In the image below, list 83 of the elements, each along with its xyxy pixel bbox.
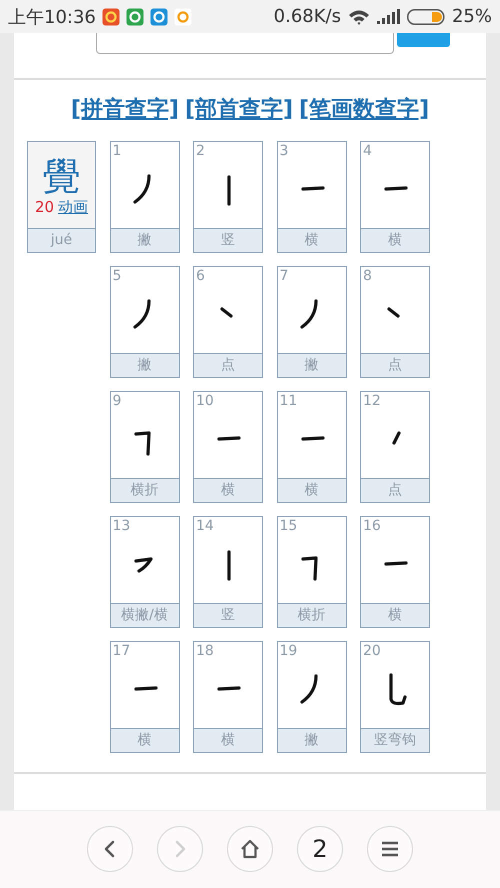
brush-stroke-icon [134,557,152,573]
app-notification-icon [150,8,168,26]
stroke-number: 10 [196,393,214,409]
stroke-number: 6 [196,268,205,284]
battery-percent: 25% [452,6,492,27]
brush-stroke-icon [134,431,150,456]
stroke-name: 点 [194,353,262,377]
stroke-number: 12 [363,393,381,409]
brush-stroke-icon [300,436,324,441]
brush-stroke-icon [300,299,318,329]
stroke-number: 20 [363,643,381,659]
brush-stroke-icon [134,686,158,691]
home-button[interactable] [227,826,273,872]
stroke-count: 20 [34,198,54,216]
stroke-name: 竖 [194,228,262,252]
stroke-number: 19 [280,643,298,659]
back-button[interactable] [87,826,133,872]
stroke-name: 竖 [194,603,262,627]
brush-stroke-icon [384,186,408,191]
pinyin-label: jué [28,228,95,252]
brush-stroke-icon [227,175,231,206]
signal-icon [376,9,400,24]
brush-stroke-icon [220,307,233,318]
stroke-name: 横 [110,728,178,752]
brush-stroke-icon [300,186,324,191]
network-speed: 0.68K/s [274,6,341,27]
stroke-name: 撇 [278,353,346,377]
stroke-number: 7 [280,268,288,284]
stroke-number: 2 [196,143,205,159]
wifi-icon [348,8,370,25]
brush-stroke-icon [132,174,150,204]
lookup-link[interactable]: [部首查字] [184,94,294,124]
stroke-number: 15 [280,518,298,534]
stroke-name: 横 [361,603,429,627]
brush-stroke-icon [217,436,241,441]
stroke-number: 13 [112,518,130,534]
home-icon [239,838,261,860]
stroke-number: 18 [196,643,214,659]
input-field[interactable] [96,33,394,54]
stroke-number: 9 [112,393,122,409]
stroke-name: 横 [194,728,262,752]
stroke-name: 竖弯钩 [361,728,429,752]
brush-stroke-icon [300,556,318,581]
stroke-name: 横 [278,478,346,502]
stroke-name: 点 [361,478,429,502]
stroke-number: 17 [112,643,130,659]
app-notification-icon [102,8,120,26]
brush-stroke-icon [384,561,408,566]
brush-stroke-icon [217,686,241,691]
stroke-number: 3 [280,143,288,159]
tabs-button[interactable]: 2 [297,826,343,872]
battery-icon [406,8,445,24]
brush-stroke-icon [132,299,150,329]
stroke-name: 横折 [110,478,178,502]
stroke-name: 横 [278,228,346,252]
lookup-link[interactable]: [拼音查字] [70,94,179,124]
stroke-name: 横折 [278,603,346,627]
stroke-name: 撇 [278,728,346,752]
stroke-name: 撇 [110,353,178,377]
app-notification-icon [126,8,144,26]
clock: 上午10:36 [8,6,96,28]
menu-button[interactable] [367,826,413,872]
stroke-name: 点 [361,353,429,377]
stroke-number: 14 [196,518,214,534]
stroke-name: 横 [361,228,429,252]
stroke-number: 5 [112,268,122,284]
brush-stroke-icon [300,674,318,704]
brush-stroke-icon [392,431,401,445]
stroke-number: 8 [363,268,372,284]
stroke-number: 16 [363,518,381,534]
brush-stroke-icon [227,550,231,581]
brush-stroke-icon [389,673,407,706]
stroke-number: 11 [280,393,298,409]
stroke-number: 4 [363,143,372,159]
stroke-name: 撇 [110,228,178,252]
stroke-name: 横 [194,478,262,502]
app-notification-icon [174,8,192,26]
stroke-number: 1 [112,143,122,159]
character-glyph: 覺 [42,154,80,198]
brush-stroke-icon [387,307,400,318]
lookup-link[interactable]: [笔画数查字] [299,94,430,124]
animation-link[interactable]: 动画 [58,198,88,216]
stroke-name: 横撇/横 [110,603,178,627]
